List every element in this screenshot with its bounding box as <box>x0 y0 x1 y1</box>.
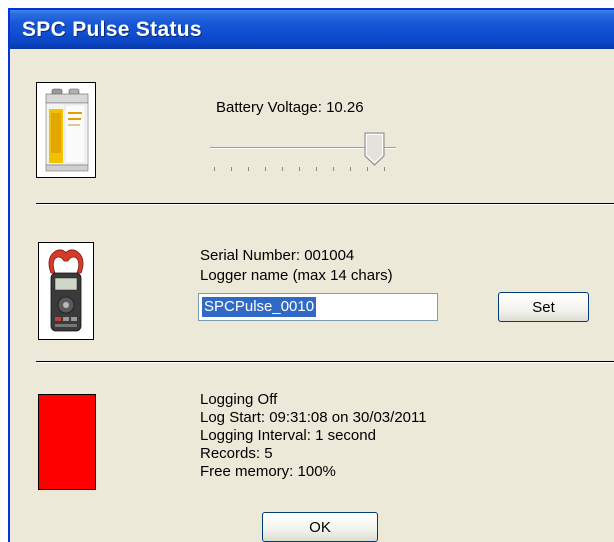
section-divider-1 <box>36 203 614 205</box>
window-content: Battery Voltage: 10.26 Serial Number: 00… <box>10 49 614 542</box>
logger-name-input[interactable]: SPCPulse_0010 <box>198 293 438 321</box>
clamp-meter-icon <box>38 242 94 340</box>
logging-status-indicator <box>38 394 96 490</box>
serial-number-label: Serial Number: 001004 <box>200 247 355 264</box>
logging-info: Logging Off Log Start: 09:31:08 on 30/03… <box>200 391 427 481</box>
battery-voltage-slider[interactable] <box>208 129 402 173</box>
section-divider-2 <box>36 361 614 363</box>
free-memory-label: Free memory: 100% <box>200 463 336 480</box>
slider-thumb[interactable] <box>364 132 386 171</box>
log-start-label: Log Start: 09:31:08 on 30/03/2011 <box>200 409 427 426</box>
battery-voltage-label: Battery Voltage: 10.26 <box>216 99 364 116</box>
title-bar[interactable]: SPC Pulse Status <box>10 10 614 49</box>
logger-name-label: Logger name (max 14 chars) <box>200 267 393 284</box>
status-window: SPC Pulse Status Battery Voltage: 10.26 … <box>8 8 614 542</box>
records-label: Records: 5 <box>200 445 273 462</box>
slider-ticks <box>208 167 402 173</box>
battery-icon <box>36 82 96 178</box>
ok-button[interactable]: OK <box>262 512 378 542</box>
logging-interval-label: Logging Interval: 1 second <box>200 427 376 444</box>
logger-name-value: SPCPulse_0010 <box>202 297 317 317</box>
logging-state-label: Logging Off <box>200 391 278 408</box>
set-button[interactable]: Set <box>498 292 589 322</box>
window-title: SPC Pulse Status <box>22 18 202 41</box>
